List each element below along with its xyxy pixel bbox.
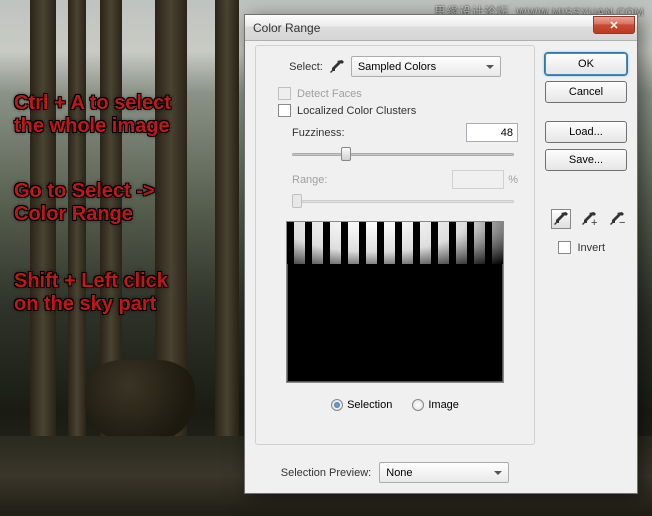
load-label: Load... bbox=[569, 126, 603, 138]
range-input bbox=[452, 170, 504, 189]
svg-text:+: + bbox=[591, 217, 597, 227]
annotation-menu-path: Go to Select -> Color Range bbox=[14, 180, 155, 226]
selection-preview-label: Selection Preview: bbox=[281, 467, 372, 479]
eyedropper-sample-icon[interactable] bbox=[551, 209, 571, 229]
radio-image-label[interactable]: Image bbox=[412, 399, 459, 411]
range-slider bbox=[292, 193, 514, 211]
detect-faces-checkbox bbox=[278, 87, 291, 100]
detect-faces-label: Detect Faces bbox=[297, 88, 362, 100]
eyedropper-icon bbox=[329, 59, 345, 75]
slider-thumb bbox=[292, 194, 302, 208]
localized-checkbox[interactable] bbox=[278, 104, 291, 117]
tree-stump bbox=[85, 360, 195, 445]
save-label: Save... bbox=[569, 154, 603, 166]
save-button[interactable]: Save... bbox=[545, 149, 627, 171]
titlebar[interactable]: Color Range ✕ bbox=[245, 15, 637, 41]
range-unit: % bbox=[508, 174, 518, 186]
select-label: Select: bbox=[289, 61, 323, 73]
invert-checkbox[interactable] bbox=[558, 241, 571, 254]
preview-trees bbox=[287, 222, 503, 264]
range-row: Range: % bbox=[266, 170, 524, 189]
tree bbox=[30, 0, 56, 470]
svg-text:−: − bbox=[619, 217, 625, 227]
slider-track bbox=[292, 153, 514, 156]
cancel-button[interactable]: Cancel bbox=[545, 81, 627, 103]
detect-faces-row: Detect Faces bbox=[266, 87, 524, 100]
select-value: Sampled Colors bbox=[358, 61, 436, 73]
fuzziness-row: Fuzziness: bbox=[266, 123, 524, 142]
color-range-dialog: Color Range ✕ Select: Sampled Colors Det… bbox=[244, 14, 638, 494]
dialog-body: Select: Sampled Colors Detect Faces Loca… bbox=[245, 41, 637, 493]
fuzziness-label: Fuzziness: bbox=[292, 127, 345, 139]
select-row: Select: Sampled Colors bbox=[266, 56, 524, 77]
radio-selection-text: Selection bbox=[347, 399, 392, 411]
select-dropdown[interactable]: Sampled Colors bbox=[351, 56, 501, 77]
radio-image[interactable] bbox=[412, 399, 424, 411]
radio-selection-label[interactable]: Selection bbox=[331, 399, 392, 411]
close-icon: ✕ bbox=[609, 19, 618, 32]
annotation-select-all: Ctrl + A to select the whole image bbox=[14, 92, 171, 138]
range-section: Range: % bbox=[266, 170, 524, 211]
annotation-shift-click: Shift + Left click on the sky part bbox=[14, 270, 168, 316]
localized-row: Localized Color Clusters bbox=[266, 104, 524, 117]
invert-label: Invert bbox=[577, 242, 605, 254]
fuzziness-section: Fuzziness: bbox=[266, 123, 524, 164]
selection-preview-row: Selection Preview: None bbox=[255, 462, 535, 483]
fuzziness-input[interactable] bbox=[466, 123, 518, 142]
ok-label: OK bbox=[578, 58, 594, 70]
slider-thumb[interactable] bbox=[341, 147, 351, 161]
range-label: Range: bbox=[292, 174, 327, 186]
selection-preview-value: None bbox=[386, 467, 412, 479]
tree bbox=[68, 0, 86, 460]
main-group: Select: Sampled Colors Detect Faces Loca… bbox=[255, 45, 535, 445]
eyedropper-subtract-icon[interactable]: − bbox=[607, 209, 627, 229]
ok-button[interactable]: OK bbox=[545, 53, 627, 75]
tree bbox=[215, 0, 239, 470]
eyedropper-add-icon[interactable]: + bbox=[579, 209, 599, 229]
radio-image-text: Image bbox=[428, 399, 459, 411]
load-button[interactable]: Load... bbox=[545, 121, 627, 143]
slider-track bbox=[292, 200, 514, 203]
localized-label: Localized Color Clusters bbox=[297, 105, 416, 117]
selection-preview-thumbnail[interactable] bbox=[286, 221, 504, 383]
fuzziness-slider[interactable] bbox=[292, 146, 514, 164]
selection-preview-dropdown[interactable]: None bbox=[379, 462, 509, 483]
radio-selection[interactable] bbox=[331, 399, 343, 411]
invert-row: Invert bbox=[558, 241, 605, 254]
dialog-title: Color Range bbox=[253, 21, 320, 35]
button-column: OK Cancel Load... Save... bbox=[545, 53, 627, 171]
close-button[interactable]: ✕ bbox=[593, 16, 635, 34]
eyedropper-tools: + − bbox=[551, 209, 627, 229]
cancel-label: Cancel bbox=[569, 86, 603, 98]
preview-mode-radios: Selection Image bbox=[266, 395, 524, 415]
